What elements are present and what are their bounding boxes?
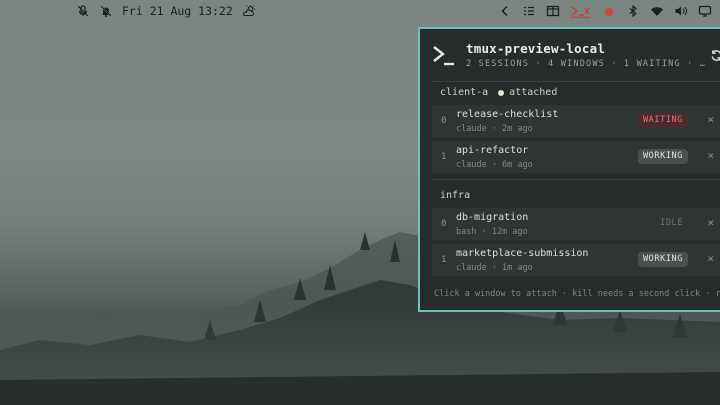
refresh-icon[interactable] (710, 49, 720, 62)
session-group-infra: infra 0 db-migration bash · 12m ago IDLE… (432, 188, 720, 276)
session-header: infra (432, 188, 720, 204)
wifi-icon[interactable] (650, 4, 664, 18)
clock-datetime[interactable]: Fri 21 Aug 13:22 (122, 4, 233, 18)
kill-window-close-icon[interactable]: × (707, 149, 714, 162)
window-meta: claude · 6m ago (456, 160, 533, 170)
panel-title: tmux-preview-local (466, 41, 606, 56)
window-meta: bash · 12m ago (456, 227, 528, 237)
status-badge: IDLE (655, 216, 688, 231)
window-name: release-checklist (456, 109, 559, 120)
panel-summary: 2 SESSIONS · 4 WINDOWS · 1 WAITING · … (466, 59, 707, 69)
window-meta: claude · 1m ago (456, 263, 533, 273)
status-badge: WAITING (637, 113, 688, 128)
partly-cloudy-icon[interactable] (242, 4, 256, 18)
mic-muted-icon[interactable] (76, 4, 90, 18)
window-row[interactable]: 1 marketplace-submission claude · 1m ago… (432, 244, 720, 276)
topbar-left: Fri 21 Aug 13:22 (76, 3, 256, 19)
header-divider (432, 81, 720, 82)
columns-icon[interactable] (546, 4, 560, 18)
bluetooth-icon[interactable] (626, 4, 640, 18)
panel-header: tmux-preview-local 2 SESSIONS · 4 WINDOW… (420, 29, 720, 81)
window-index: 1 (441, 152, 447, 162)
status-badge: WORKING (637, 149, 688, 164)
session-name: client-a (440, 87, 489, 98)
window-index: 0 (441, 116, 447, 126)
session-name: infra (440, 190, 471, 201)
window-name: marketplace-submission (456, 248, 589, 259)
window-index: 1 (441, 255, 447, 265)
window-row[interactable]: 0 db-migration bash · 12m ago IDLE × (432, 208, 720, 240)
attached-status: attached (498, 85, 557, 101)
kill-window-close-icon[interactable]: × (707, 113, 714, 126)
window-name: api-refactor (456, 145, 529, 156)
window-name: db-migration (456, 212, 529, 223)
terminal-prompt-icon (433, 46, 454, 66)
tmux-preview-panel: tmux-preview-local 2 SESSIONS · 4 WINDOW… (418, 27, 720, 312)
terminal-icon[interactable] (570, 4, 592, 18)
notification-dot-icon[interactable] (602, 4, 616, 18)
system-tray (498, 3, 712, 19)
attached-dot-icon (498, 90, 505, 96)
list-icon[interactable] (522, 4, 536, 18)
volume-icon[interactable] (674, 4, 688, 18)
window-meta: claude · 2m ago (456, 124, 533, 134)
window-row[interactable]: 0 release-checklist claude · 2m ago WAIT… (432, 105, 720, 137)
attached-label: attached (509, 87, 558, 98)
panel-footer-hint: Click a window to attach · kill needs a … (434, 289, 720, 299)
window-index: 0 (441, 219, 447, 229)
top-menu-bar: Fri 21 Aug 13:22 (0, 0, 720, 22)
kill-window-close-icon[interactable]: × (707, 252, 714, 265)
kill-window-close-icon[interactable]: × (707, 216, 714, 229)
session-header: client-a attached (432, 85, 720, 101)
display-icon[interactable] (698, 4, 712, 18)
bell-muted-icon[interactable] (99, 4, 113, 18)
status-badge: WORKING (637, 252, 688, 267)
session-divider (432, 179, 720, 180)
window-row[interactable]: 1 api-refactor claude · 6m ago WORKING × (432, 141, 720, 173)
session-group-client-a: client-a attached 0 release-checklist cl… (432, 85, 720, 173)
chevron-left-icon[interactable] (498, 4, 512, 18)
